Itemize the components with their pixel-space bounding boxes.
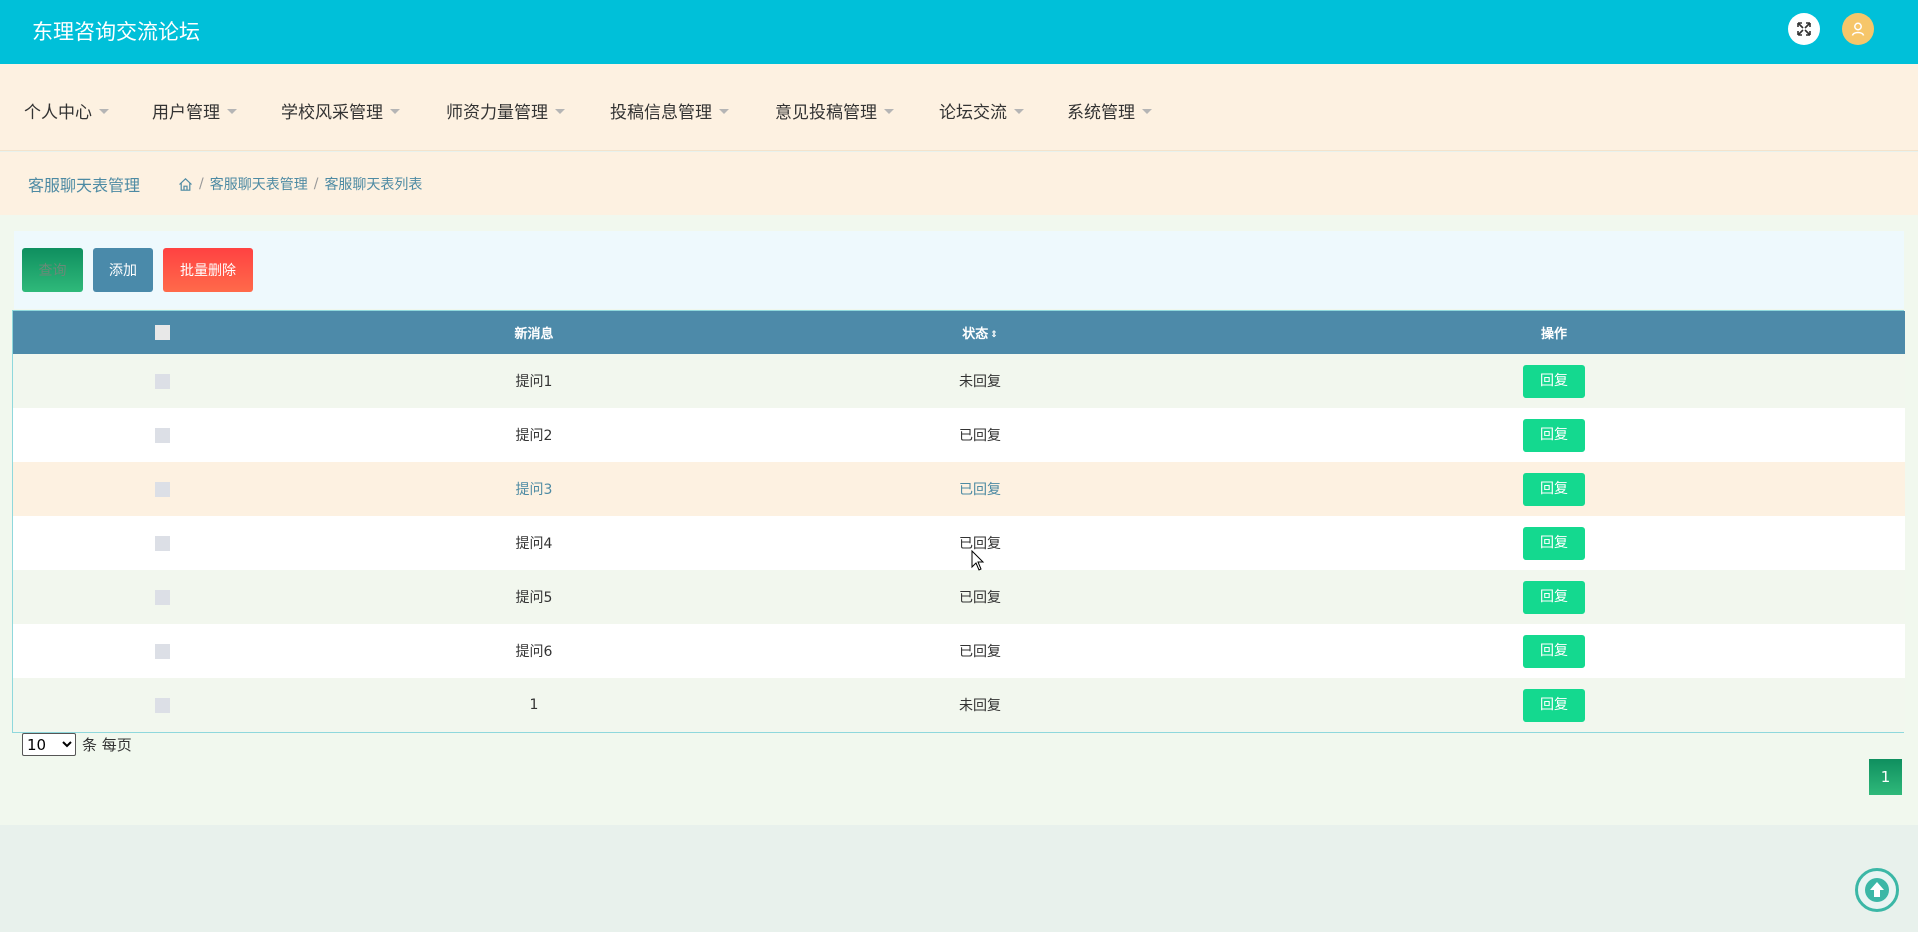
row-checkbox[interactable]: [154, 589, 170, 605]
caret-down-icon: [884, 108, 894, 114]
breadcrumb: / 客服聊天表管理 / 客服聊天表列表: [178, 174, 422, 194]
search-button[interactable]: 查询: [22, 248, 83, 292]
breadcrumb-current: 客服聊天表列表: [324, 177, 423, 193]
expand-icon: [1797, 22, 1811, 36]
table-row: 提问6 已回复 回复: [13, 624, 1905, 678]
breadcrumb-separator: /: [199, 176, 204, 192]
message-cell: 1: [529, 697, 539, 713]
reply-button[interactable]: 回复: [1523, 580, 1585, 614]
page-number-button[interactable]: 1: [1869, 759, 1902, 795]
reply-button[interactable]: 回复: [1523, 634, 1585, 668]
table-row: 提问3 已回复 回复: [13, 462, 1905, 516]
reply-button[interactable]: 回复: [1523, 364, 1585, 398]
message-cell: 提问2: [515, 428, 553, 444]
column-header-message: 新消息: [514, 327, 554, 342]
row-checkbox[interactable]: [154, 427, 170, 443]
nav-item-forum[interactable]: 论坛交流: [939, 98, 1024, 123]
page-size-label: 条 每页: [82, 736, 132, 754]
home-icon[interactable]: [178, 177, 193, 192]
caret-down-icon: [719, 108, 729, 114]
nav-item-submissions[interactable]: 投稿信息管理: [610, 98, 729, 123]
main-nav: 个人中心 用户管理 学校风采管理 师资力量管理 投稿信息管理 意见投稿管理 论坛…: [0, 64, 1918, 151]
user-icon: [1851, 22, 1865, 36]
row-checkbox[interactable]: [154, 535, 170, 551]
chat-table: 新消息 状态 ⇕ 操作 提问1 未回复 回复 提问2 已回复 回复 提问3 已回复: [12, 310, 1905, 733]
back-to-top-button[interactable]: [1855, 868, 1899, 912]
batch-delete-button[interactable]: 批量删除: [163, 248, 253, 292]
table-header-row: 新消息 状态 ⇕ 操作: [13, 311, 1905, 354]
select-all-checkbox[interactable]: [154, 325, 170, 340]
nav-item-system[interactable]: 系统管理: [1067, 98, 1152, 123]
nav-item-user-management[interactable]: 用户管理: [152, 98, 237, 123]
breadcrumb-link[interactable]: 客服聊天表管理: [210, 174, 308, 194]
caret-down-icon: [99, 108, 109, 114]
row-checkbox[interactable]: [154, 697, 170, 713]
reply-button[interactable]: 回复: [1523, 418, 1585, 452]
status-cell: 未回复: [959, 374, 1001, 390]
add-button[interactable]: 添加: [93, 248, 153, 292]
toolbar: [14, 231, 1904, 309]
column-header-status[interactable]: 状态 ⇕: [757, 311, 1203, 354]
reply-button[interactable]: 回复: [1523, 526, 1585, 560]
message-cell: 提问6: [515, 644, 553, 660]
page-size-select[interactable]: 10: [22, 733, 76, 756]
fullscreen-button[interactable]: [1788, 13, 1820, 45]
app-title: 东理咨询交流论坛: [32, 20, 200, 44]
reply-button[interactable]: 回复: [1523, 472, 1585, 506]
status-cell: 已回复: [959, 644, 1001, 660]
column-header-action: 操作: [1540, 327, 1567, 342]
table-row: 1 未回复 回复: [13, 678, 1905, 732]
table-row: 提问1 未回复 回复: [13, 354, 1905, 408]
status-cell: 未回复: [959, 698, 1001, 714]
nav-item-personal-center[interactable]: 个人中心: [24, 98, 109, 123]
table-row: 提问2 已回复 回复: [13, 408, 1905, 462]
row-checkbox[interactable]: [154, 373, 170, 389]
status-cell: 已回复: [959, 590, 1001, 606]
arrow-up-icon: [1865, 878, 1889, 902]
top-header: 东理咨询交流论坛: [0, 0, 1918, 64]
nav-item-school-style[interactable]: 学校风采管理: [281, 98, 400, 123]
sort-icon[interactable]: ⇕: [990, 330, 998, 340]
status-cell: 已回复: [959, 428, 1001, 444]
caret-down-icon: [1142, 108, 1152, 114]
caret-down-icon: [555, 108, 565, 114]
nav-item-feedback[interactable]: 意见投稿管理: [775, 98, 894, 123]
reply-button[interactable]: 回复: [1523, 688, 1585, 722]
message-cell: 提问3: [515, 482, 553, 498]
page-title: 客服聊天表管理: [28, 176, 141, 195]
message-cell: 提问1: [515, 374, 553, 390]
message-cell: 提问4: [515, 536, 553, 552]
table-row: 提问4 已回复 回复: [13, 516, 1905, 570]
mouse-cursor-icon: [971, 550, 985, 571]
status-cell: 已回复: [959, 482, 1001, 498]
page-size-control: 10 条 每页: [22, 733, 132, 756]
row-checkbox[interactable]: [154, 481, 170, 497]
caret-down-icon: [1014, 108, 1024, 114]
caret-down-icon: [390, 108, 400, 114]
user-avatar-button[interactable]: [1842, 13, 1874, 45]
caret-down-icon: [227, 108, 237, 114]
breadcrumb-bar: 客服聊天表管理 / 客服聊天表管理 / 客服聊天表列表: [0, 152, 1918, 215]
nav-item-faculty[interactable]: 师资力量管理: [446, 98, 565, 123]
breadcrumb-separator: /: [313, 176, 319, 192]
table-row: 提问5 已回复 回复: [13, 570, 1905, 624]
row-checkbox[interactable]: [154, 643, 170, 659]
message-cell: 提问5: [515, 590, 553, 606]
